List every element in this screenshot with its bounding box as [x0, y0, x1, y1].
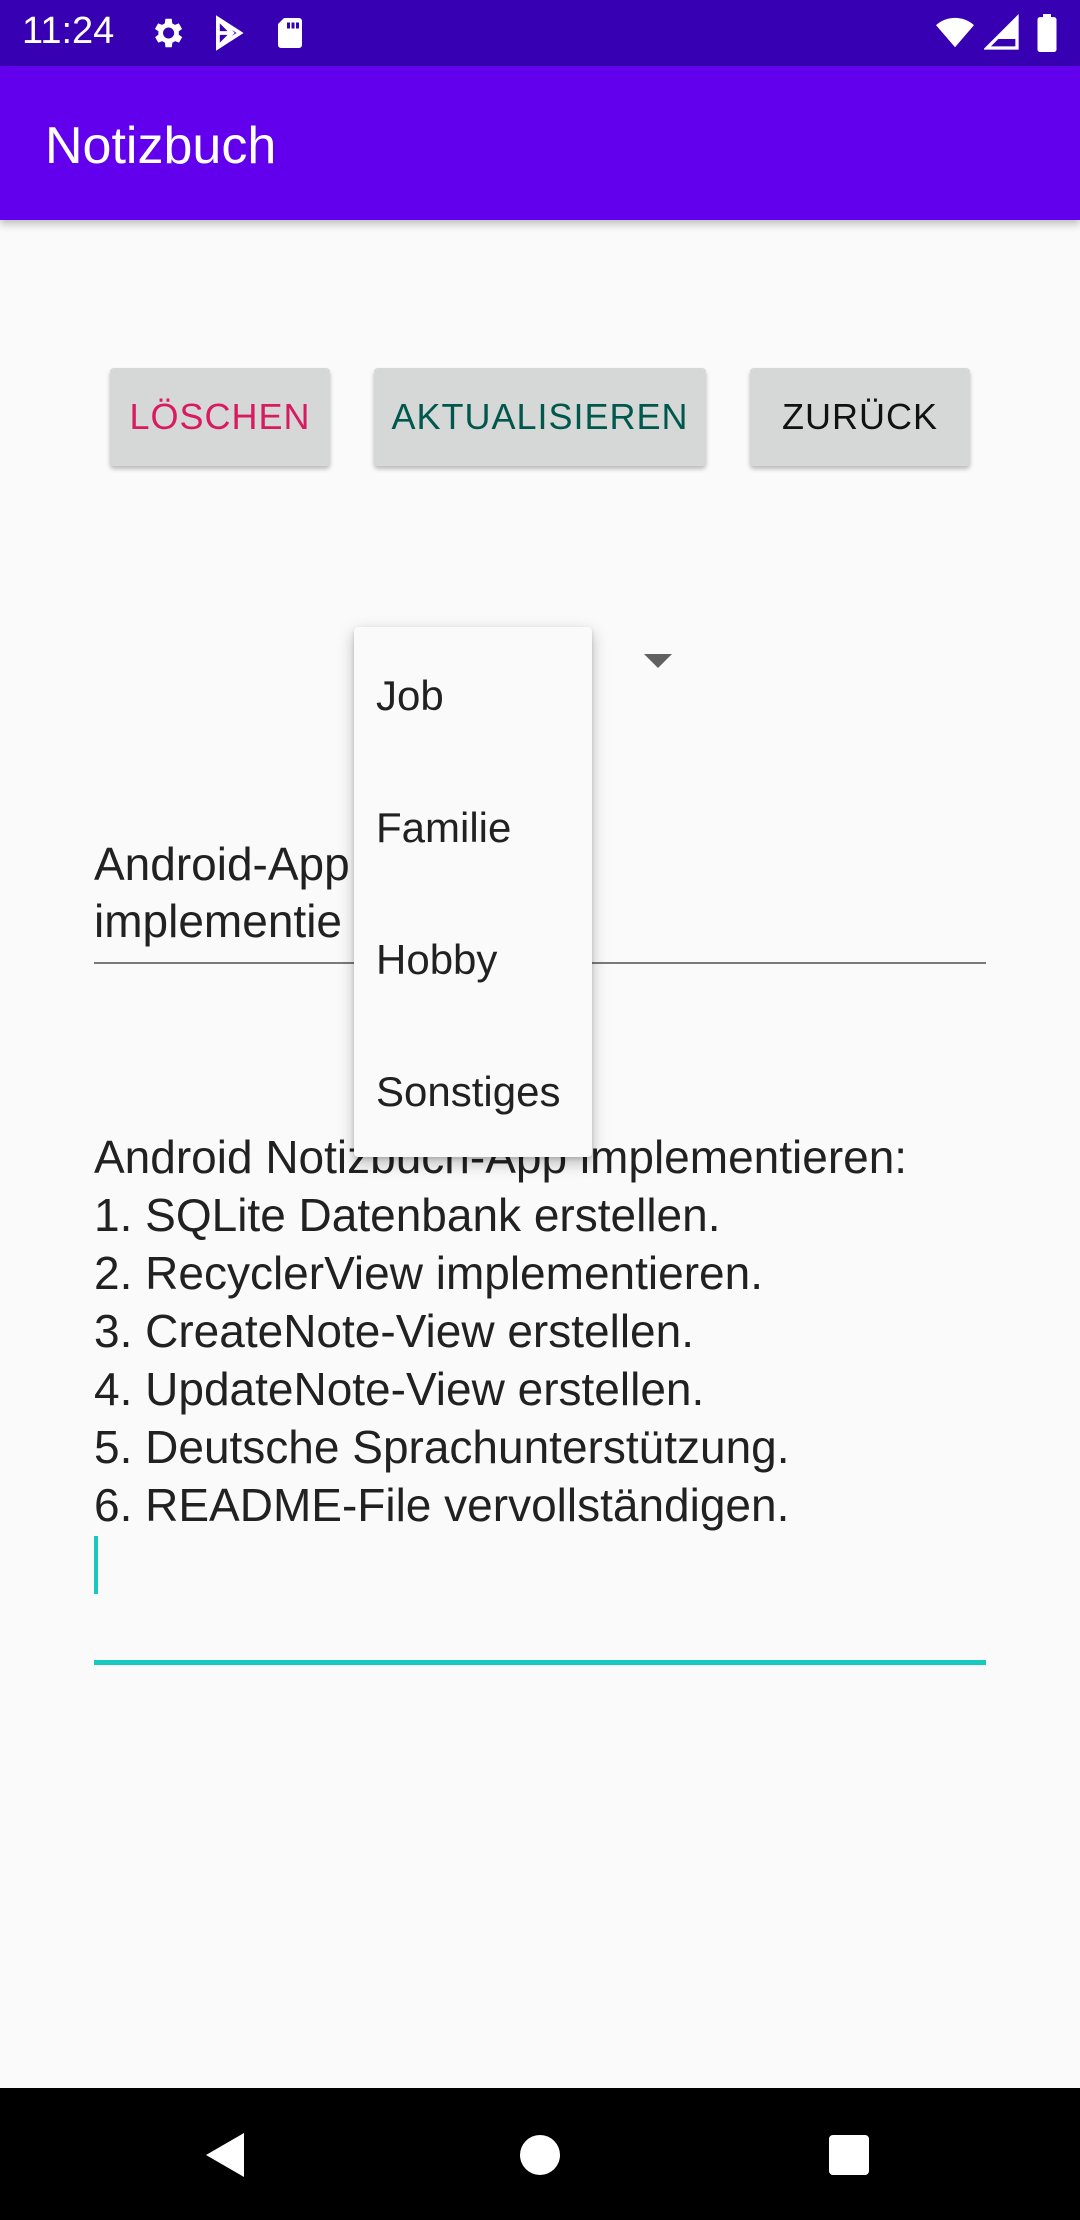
app-bar: Notizbuch [0, 66, 1080, 220]
gear-icon [148, 14, 186, 57]
dropdown-item-job[interactable]: Job [376, 672, 444, 720]
wifi-icon [934, 14, 976, 57]
text-cursor [94, 1536, 98, 1594]
sd-card-icon [272, 14, 308, 57]
play-store-icon [210, 14, 248, 57]
update-button[interactable]: AKTUALISIEREN [374, 368, 706, 466]
dropdown-item-sonstiges[interactable]: Sonstiges [376, 1068, 560, 1116]
navigation-bar [0, 2088, 1080, 2220]
delete-button[interactable]: LÖSCHEN [110, 368, 330, 466]
app-title: Notizbuch [45, 117, 277, 175]
status-bar: 11:24 [0, 0, 1080, 66]
dropdown-item-familie[interactable]: Familie [376, 804, 511, 852]
back-icon[interactable] [202, 2131, 248, 2184]
dropdown-item-hobby[interactable]: Hobby [376, 936, 497, 984]
home-icon[interactable] [518, 2133, 562, 2182]
category-dropdown-menu: Job Familie Hobby Sonstiges [354, 627, 592, 1157]
battery-icon [1036, 14, 1058, 57]
note-content-text: Android Notizbuch-App implementieren: 1.… [94, 1131, 908, 1531]
recents-icon[interactable] [828, 2134, 870, 2181]
signal-icon [983, 14, 1020, 57]
back-button[interactable]: ZURÜCK [750, 368, 970, 466]
status-time: 11:24 [22, 10, 115, 52]
spinner-dropdown-arrow-icon[interactable] [644, 654, 672, 668]
note-content-field[interactable]: Android Notizbuch-App implementieren: 1.… [94, 1128, 986, 1665]
